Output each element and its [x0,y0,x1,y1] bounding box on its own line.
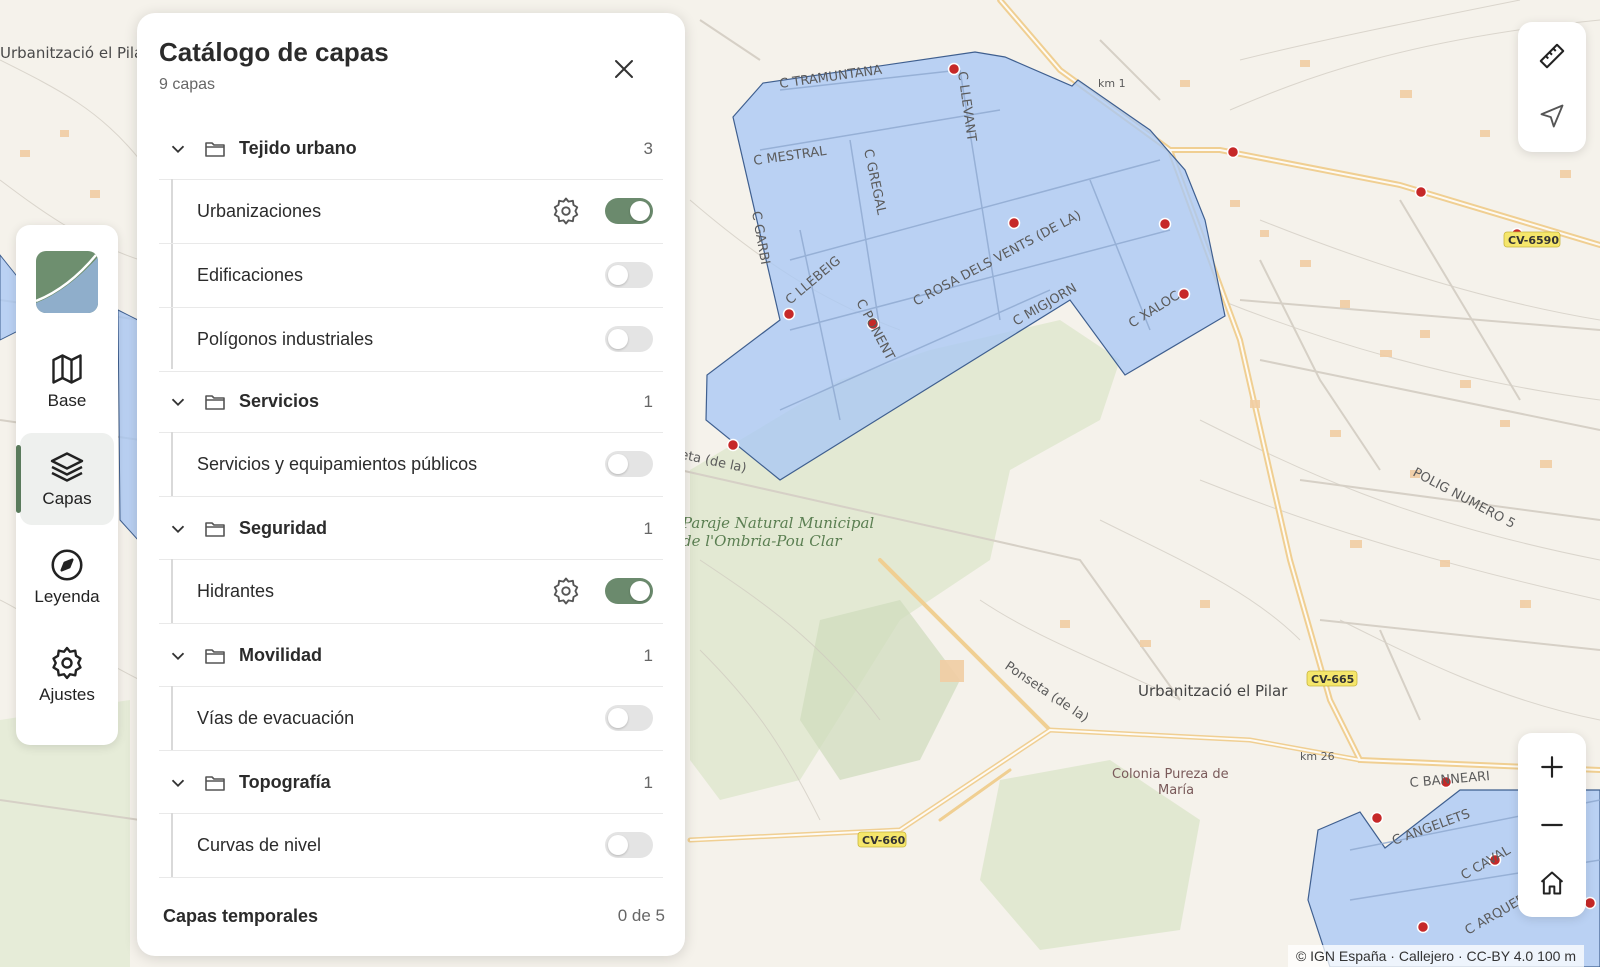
rail-item-base[interactable]: Base [20,335,114,427]
navigation-arrow-icon [1540,104,1564,128]
compass-icon [51,549,83,581]
map-label: Paraje Natural Municipal [681,514,874,532]
group-count: 1 [643,391,653,411]
group-count: 1 [643,645,653,665]
folder-icon [205,141,225,157]
map-label: Urbanització el Pilar [0,44,150,62]
chevron-down-icon [171,779,185,787]
zoom-controls [1518,733,1586,917]
close-icon [615,60,633,78]
map-label: Colonia Pureza de [1112,767,1229,782]
rail-item-label: Capas [42,489,92,508]
layer-toggle[interactable] [605,198,653,224]
layer-toggle[interactable] [605,326,653,352]
chevron-down-icon [171,398,185,406]
folder-icon [205,648,225,664]
rail-item-label: Leyenda [34,587,100,606]
group-topografia[interactable]: Topografía 1 [159,752,663,814]
group-seguridad[interactable]: Seguridad 1 [159,498,663,560]
chevron-down-icon [171,652,185,660]
group-name: Seguridad [239,518,328,538]
layer-name: Vías de evacuación [197,707,355,728]
gear-icon [52,646,82,680]
map-label: Urbanització el Pilar [1138,682,1288,700]
layer-name: Servicios y equipamientos públicos [197,453,478,474]
home-icon [1540,871,1564,895]
folder-icon [205,521,225,537]
group-movilidad[interactable]: Movilidad 1 [159,625,663,687]
rail-item-leyenda[interactable]: Leyenda [20,531,114,623]
minus-icon [1541,823,1563,827]
map-tools [1518,22,1586,152]
side-rail: Base Capas Leyenda Ajustes [16,225,118,745]
layer-row-servicios-equipamientos: Servicios y equipamientos públicos [159,432,663,497]
layer-row-hidrantes: Hidrantes [159,559,663,624]
group-servicios[interactable]: Servicios 1 [159,371,663,433]
group-tejido-urbano[interactable]: Tejido urbano 3 [159,118,663,180]
layer-row-curvas-nivel: Curvas de nivel [159,813,663,878]
road-shield: CV-660 [862,834,906,847]
folder-icon [205,775,225,791]
rail-item-capas[interactable]: Capas [16,433,114,525]
group-count: 1 [643,518,653,538]
layer-row-vias-evacuacion: Vías de evacuación [159,686,663,751]
layer-name: Edificaciones [197,264,304,285]
temporary-layers-count: 0 de 5 [617,906,665,925]
map-label: María [1158,783,1194,798]
layer-name: Curvas de nivel [197,834,322,855]
map-label: km 26 [1300,750,1335,763]
rail-item-ajustes[interactable]: Ajustes [20,629,114,721]
settings-gear-icon[interactable] [551,576,581,606]
group-count: 1 [643,772,653,792]
layer-name: Urbanizaciones [197,200,322,221]
layer-name: Polígonos industriales [197,328,374,349]
group-name: Topografía [239,772,331,792]
zoom-in-button[interactable] [1532,747,1572,787]
layers-icon [50,452,84,482]
map-label: de l'Ombria-Pou Clar [682,532,842,550]
group-count: 3 [643,138,653,158]
layer-toggle[interactable] [605,262,653,288]
measure-button[interactable] [1532,36,1572,76]
layer-row-edificaciones: Edificaciones [159,243,663,308]
ruler-icon [1539,43,1565,69]
map-attribution: © IGN España · Callejero · CC-BY 4.0 100… [1287,945,1584,967]
group-name: Tejido urbano [239,138,357,158]
zoom-out-button[interactable] [1532,805,1572,845]
layer-catalog-panel: Catálogo de capas 9 capas Tejido urbano … [137,13,685,956]
layer-toggle[interactable] [605,705,653,731]
road-shield: CV-6590 [1508,234,1559,247]
locate-button[interactable] [1532,96,1572,136]
map-label: km 1 [1098,77,1126,90]
map-icon [52,354,82,384]
rail-item-label: Ajustes [39,685,95,704]
plus-icon [1541,756,1563,778]
layer-count: 9 capas [159,76,216,93]
group-name: Servicios [239,391,320,411]
road-shield: CV-665 [1311,673,1354,686]
panel-title: Catálogo de capas [159,37,389,67]
folder-icon [205,394,225,410]
app-logo [36,251,98,313]
layer-toggle[interactable] [605,451,653,477]
layer-toggle[interactable] [605,832,653,858]
chevron-down-icon [171,525,185,533]
close-button[interactable] [606,51,642,87]
home-button[interactable] [1532,863,1572,903]
group-name: Movilidad [239,645,323,665]
rail-item-label: Base [47,391,87,410]
layer-toggle[interactable] [605,578,653,604]
settings-gear-icon[interactable] [551,196,581,226]
chevron-down-icon [171,145,185,153]
layer-name: Hidrantes [197,580,275,601]
layer-row-urbanizaciones: Urbanizaciones [159,179,663,244]
layer-row-poligonos-industriales: Polígonos industriales [159,307,663,372]
temporary-layers-label[interactable]: Capas temporales [163,906,318,927]
